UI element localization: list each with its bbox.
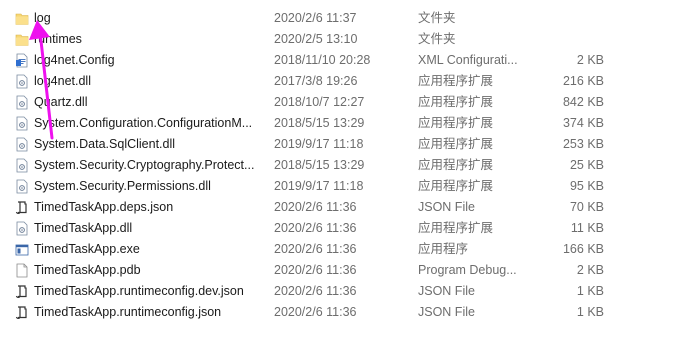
file-size: 95 KB — [569, 179, 604, 193]
file-type: 应用程序扩展 — [418, 158, 494, 172]
folder-icon — [15, 11, 29, 26]
file-size: 374 KB — [562, 116, 604, 130]
file-type: 应用程序扩展 — [418, 137, 494, 151]
dll-file-icon — [15, 95, 29, 110]
file-list: log 2020/2/6 11:37 文件夹 runtimes 2020/2/5 13:… — [0, 8, 689, 323]
file-row[interactable]: System.Data.SqlClient.dll 2019/9/17 11:18… — [0, 134, 689, 155]
file-date-modified: 2018/5/15 13:29 — [274, 116, 365, 130]
file-date-modified: 2020/2/5 13:10 — [274, 32, 358, 46]
file-type: XML Configurati... — [418, 53, 518, 67]
file-date-modified: 2020/2/6 11:36 — [274, 200, 357, 214]
file-type: Program Debug... — [418, 263, 517, 277]
file-date-modified: 2018/5/15 13:29 — [274, 158, 365, 172]
file-row[interactable]: log 2020/2/6 11:37 文件夹 — [0, 8, 689, 29]
file-row[interactable]: TimedTaskApp.pdb 2020/2/6 11:36 Program De… — [0, 260, 689, 281]
file-name: System.Data.SqlClient.dll — [34, 137, 176, 151]
file-size: 1 KB — [576, 284, 604, 298]
file-size: 216 KB — [562, 74, 604, 88]
file-name: TimedTaskApp.deps.json — [34, 200, 174, 214]
dll-file-icon — [15, 179, 29, 194]
config-file-icon — [15, 53, 29, 68]
exe-file-icon — [15, 242, 29, 257]
file-row[interactable]: System.Security.Permissions.dll 2019/9/17… — [0, 176, 689, 197]
file-type: 文件夹 — [418, 11, 456, 25]
file-row[interactable]: log4net.Config 2018/11/10 20:28 XML Config… — [0, 50, 689, 71]
file-type: 应用程序扩展 — [418, 179, 494, 193]
file-date-modified: 2020/2/6 11:37 — [274, 11, 357, 25]
file-date-modified: 2020/2/6 11:36 — [274, 242, 357, 256]
file-name: System.Configuration.ConfigurationM... — [34, 116, 253, 130]
file-name: log4net.dll — [34, 74, 91, 88]
file-type: 应用程序扩展 — [418, 95, 494, 109]
file-row[interactable]: log4net.dll 2017/3/8 19:26 应用程序扩展 216 KB — [0, 71, 689, 92]
file-name: TimedTaskApp.dll — [34, 221, 133, 235]
file-name: TimedTaskApp.exe — [34, 242, 140, 256]
file-size: 2 KB — [576, 263, 604, 277]
file-name: log — [34, 11, 51, 25]
file-date-modified: 2019/9/17 11:18 — [274, 137, 364, 151]
file-type: JSON File — [418, 200, 475, 214]
file-type: 文件夹 — [418, 32, 456, 46]
file-name: log4net.Config — [34, 53, 115, 67]
file-name: System.Security.Permissions.dll — [34, 179, 211, 193]
file-name: TimedTaskApp.runtimeconfig.json — [34, 305, 222, 319]
dll-file-icon — [15, 116, 29, 131]
file-size: 11 KB — [570, 221, 604, 235]
dll-file-icon — [15, 137, 29, 152]
file-date-modified: 2020/2/6 11:36 — [274, 305, 357, 319]
file-name: runtimes — [34, 32, 82, 46]
file-type: 应用程序扩展 — [418, 221, 494, 235]
file-date-modified: 2018/11/10 20:28 — [274, 53, 371, 67]
file-row[interactable]: TimedTaskApp.runtimeconfig.json 2020/2/6 … — [0, 302, 689, 323]
file-name: Quartz.dll — [34, 95, 88, 109]
json-file-icon — [15, 284, 29, 299]
dll-file-icon — [15, 221, 29, 236]
json-file-icon — [15, 305, 29, 320]
file-size: 70 KB — [569, 200, 604, 214]
file-date-modified: 2020/2/6 11:36 — [274, 284, 357, 298]
file-date-modified: 2020/2/6 11:36 — [274, 221, 357, 235]
blank-file-icon — [15, 263, 29, 278]
file-row[interactable]: TimedTaskApp.runtimeconfig.dev.json 2020/… — [0, 281, 689, 302]
folder-icon — [15, 32, 29, 47]
file-date-modified: 2020/2/6 11:36 — [274, 263, 357, 277]
file-size: 842 KB — [562, 95, 604, 109]
file-row[interactable]: Quartz.dll 2018/10/7 12:27 应用程序扩展 842 KB — [0, 92, 689, 113]
dll-file-icon — [15, 74, 29, 89]
file-type: 应用程序扩展 — [418, 74, 494, 88]
file-row[interactable]: System.Configuration.ConfigurationM... 20… — [0, 113, 689, 134]
file-size: 25 KB — [569, 158, 604, 172]
file-type: JSON File — [418, 305, 475, 319]
file-size: 1 KB — [576, 305, 604, 319]
file-row[interactable]: TimedTaskApp.exe 2020/2/6 11:36 应用程序 166 KB — [0, 239, 689, 260]
file-type: JSON File — [418, 284, 475, 298]
file-date-modified: 2019/9/17 11:18 — [274, 179, 364, 193]
file-type: 应用程序扩展 — [418, 116, 494, 130]
file-row[interactable]: TimedTaskApp.dll 2020/2/6 11:36 应用程序扩展 11 K… — [0, 218, 689, 239]
dll-file-icon — [15, 158, 29, 173]
file-name: System.Security.Cryptography.Protect... — [34, 158, 255, 172]
file-row[interactable]: TimedTaskApp.deps.json 2020/2/6 11:36 JSON… — [0, 197, 689, 218]
file-date-modified: 2018/10/7 12:27 — [274, 95, 365, 109]
file-row[interactable]: runtimes 2020/2/5 13:10 文件夹 — [0, 29, 689, 50]
file-size: 166 KB — [562, 242, 604, 256]
file-date-modified: 2017/3/8 19:26 — [274, 74, 358, 88]
file-row[interactable]: System.Security.Cryptography.Protect... 2… — [0, 155, 689, 176]
file-name: TimedTaskApp.pdb — [34, 263, 141, 277]
file-name: TimedTaskApp.runtimeconfig.dev.json — [34, 284, 244, 298]
file-size: 2 KB — [576, 53, 604, 67]
json-file-icon — [15, 200, 29, 215]
file-size: 253 KB — [562, 137, 604, 151]
file-type: 应用程序 — [418, 242, 469, 256]
